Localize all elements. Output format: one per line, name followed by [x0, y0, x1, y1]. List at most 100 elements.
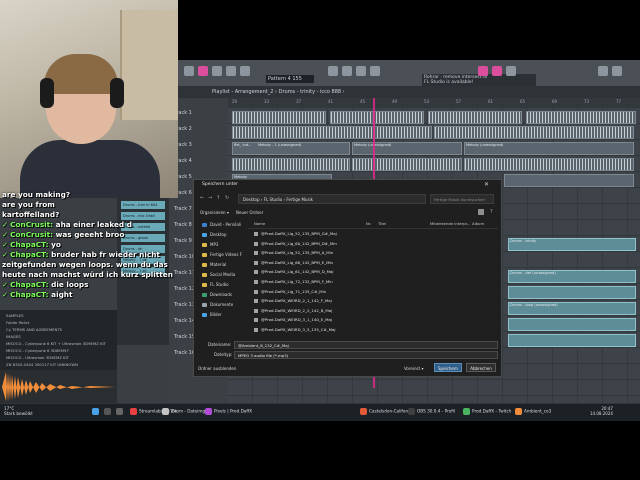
save-button[interactable]: Speichern	[434, 363, 462, 372]
column-header[interactable]: Titel	[378, 221, 386, 226]
chat-username[interactable]: ChapaCT:	[10, 290, 48, 299]
browser-item[interactable]: IMAGES	[6, 334, 21, 339]
pattern-clip[interactable]	[508, 318, 636, 331]
nav-pane-label: Bilder	[210, 312, 222, 317]
close-icon[interactable]: ✕	[484, 181, 489, 188]
browser-item[interactable]: Cy TERMS AND AGREEMENTS	[6, 327, 62, 332]
file-row[interactable]: @Prod.DaffX_Lig_52_135_BPM_A_Min	[254, 250, 333, 256]
chat-username[interactable]: ChapaCT:	[10, 240, 48, 249]
pattern-clip[interactable]	[504, 174, 634, 187]
audio-clip[interactable]	[232, 126, 432, 139]
options-dropdown[interactable]: Voreinst ▾	[404, 366, 423, 371]
track-label[interactable]: Track 16	[174, 350, 195, 356]
file-row[interactable]: @Prod.DaffX_Lig_68_142_BPM_E_Min	[254, 260, 333, 265]
filename-input[interactable]: @Ambient_8_132_C#_Maj	[234, 341, 498, 349]
view-options-icon[interactable]	[478, 209, 484, 215]
browser-item[interactable]: Folder Relict	[6, 320, 29, 325]
taskbar-app[interactable]: Ambient_co3	[515, 408, 551, 415]
file-row[interactable]: @Prod.DaffX_WEIRD_2_1_142_F_Maj	[254, 298, 332, 304]
taskbar-app[interactable]: Castelsdon-Califonia	[360, 408, 412, 415]
file-row[interactable]: @Prod.DaffX_Lig_52_135_BPM_G#_Maj	[254, 231, 337, 236]
nav-pane-item[interactable]: MP3	[202, 242, 218, 247]
back-arrow-icon[interactable]: ←	[200, 195, 204, 201]
pattern-clip[interactable]	[508, 286, 636, 299]
nav-pane-item[interactable]: David - Persönli	[202, 222, 241, 227]
nav-pane-item[interactable]: Material	[202, 262, 226, 267]
chat-username[interactable]: ChapaCT:	[10, 250, 48, 259]
refresh-icon[interactable]: ↻	[225, 195, 229, 201]
audio-clip[interactable]	[232, 158, 350, 171]
file-row[interactable]: @Prod.DaffX_Lig_61_142_BPM_D_Maj	[254, 269, 333, 275]
browser-item[interactable]: MISOCG - Ultrasmok 3D9EMZ KIT	[6, 355, 69, 360]
column-header[interactable]: Name	[254, 221, 265, 226]
browser-item[interactable]: MISOCG - Cyberpunk 6 KIT + Ultrasmok 3D9…	[6, 341, 106, 346]
chat-username[interactable]: ChapaCT:	[10, 280, 48, 289]
nav-pane-item[interactable]: Fertige Videos F	[202, 252, 242, 257]
column-header[interactable]: Mitwirkende Interpr...	[430, 221, 470, 226]
piano-roll-button[interactable]	[370, 66, 380, 76]
forward-arrow-icon[interactable]: →	[208, 195, 212, 201]
cancel-button[interactable]: Abbrechen	[466, 363, 496, 372]
task-view-button[interactable]	[116, 408, 125, 415]
file-row[interactable]: @Prod.DaffX_Lig_71_135_C#_Min	[254, 289, 326, 294]
browser-button[interactable]	[342, 66, 352, 76]
filetype-select[interactable]: MPEG 3 audio file (*.mp3)	[234, 351, 498, 359]
file-row[interactable]: @Prod.DaffX_WEIRD_2_2_142_B_Maj	[254, 308, 332, 313]
file-row[interactable]: @Prod.DaffX_WEIRD_3_1_140_E_Maj	[254, 317, 332, 323]
browser-item[interactable]: SAMPLES	[6, 313, 24, 318]
chat-username[interactable]: ConCrusit:	[10, 230, 53, 239]
file-row[interactable]: @Prod.DaffX_Lig_60_142_BPM_D#_Min	[254, 241, 337, 246]
file-row[interactable]: @Prod.DaffX_WEIRD_3_5_135_C#_Maj	[254, 327, 336, 332]
pattern-button[interactable]	[240, 66, 250, 76]
tempo-display[interactable]: Pattern 4 155	[266, 75, 314, 83]
nav-pane-item[interactable]: Downloads	[202, 292, 232, 297]
track-label[interactable]: Track 14	[174, 318, 195, 324]
audio-clip[interactable]	[526, 111, 636, 124]
weather-widget[interactable]: 17°C Stark bewölkt	[4, 406, 33, 416]
file-row[interactable]: @Prod.DaffX_Lig_72_132_BPM_F_Min	[254, 279, 333, 284]
play-button[interactable]	[212, 66, 222, 76]
nav-pane-item[interactable]: Social Media	[202, 272, 235, 277]
taskbar-app[interactable]: OBS 30.0.4 - Profil	[408, 408, 455, 415]
audio-clip[interactable]	[464, 158, 634, 171]
nav-pane-item[interactable]: Dokumente	[202, 302, 233, 307]
column-header[interactable]: Nr.	[366, 221, 371, 226]
browser-item[interactable]: MISOCG - Cyberpunk 6 3D6EM97	[6, 348, 69, 353]
snap-button[interactable]	[328, 66, 338, 76]
fl-menu-button[interactable]	[184, 66, 194, 76]
audio-clip[interactable]	[352, 158, 462, 171]
taskbar-app[interactable]: Pixels | Prod.DaffX	[205, 408, 252, 415]
timeline-ruler[interactable]: 29 33 37 41 45 49 53 57 61 65 69 73 77	[228, 98, 640, 108]
column-header[interactable]: Album	[472, 221, 484, 226]
audio-clip[interactable]	[428, 111, 522, 124]
hide-folders-toggle[interactable]: Ordner ausblenden	[198, 366, 236, 371]
nav-pane-item[interactable]: Desktop	[202, 232, 227, 237]
audio-clip[interactable]	[330, 111, 424, 124]
nav-pane-item[interactable]: FL Studio	[202, 282, 229, 287]
organize-menu[interactable]: Organisieren ▾	[200, 210, 229, 215]
start-button[interactable]	[92, 408, 101, 415]
chat-username[interactable]: ConCrusit:	[10, 220, 53, 229]
record-button[interactable]	[198, 66, 208, 76]
nav-pane-item[interactable]: Bilder	[202, 312, 222, 317]
up-arrow-icon[interactable]: ↑	[216, 195, 220, 201]
search-button[interactable]	[104, 408, 113, 415]
address-bar[interactable]: Desktop › FL Studio › Fertige Musik	[238, 194, 426, 204]
playlist-button[interactable]	[478, 66, 488, 76]
help-icon[interactable]: ?	[490, 209, 493, 215]
clock[interactable]: 20:47 14.08.2024	[590, 406, 613, 416]
new-folder-button[interactable]: Neuer Ordner	[236, 210, 263, 215]
track-label[interactable]: Track 15	[174, 334, 195, 340]
plugin-button[interactable]	[506, 66, 516, 76]
stop-button[interactable]	[226, 66, 236, 76]
search-input[interactable]: Fertige Musik durchsuchen	[430, 194, 494, 204]
browser-item[interactable]: ZN 8343-0404 300127 KIT UNKNOWN	[6, 362, 78, 367]
taskbar-app[interactable]: Zoom - Dateimgr	[162, 408, 207, 415]
audio-clip[interactable]	[434, 126, 634, 139]
audio-clip[interactable]	[232, 111, 326, 124]
pattern-clip[interactable]	[508, 334, 636, 347]
window-close-icon[interactable]	[612, 66, 622, 76]
channel-rack-button[interactable]	[492, 66, 502, 76]
taskbar-app[interactable]: Prod.DaffX - Twitch	[463, 408, 511, 415]
mixer-button[interactable]	[356, 66, 366, 76]
